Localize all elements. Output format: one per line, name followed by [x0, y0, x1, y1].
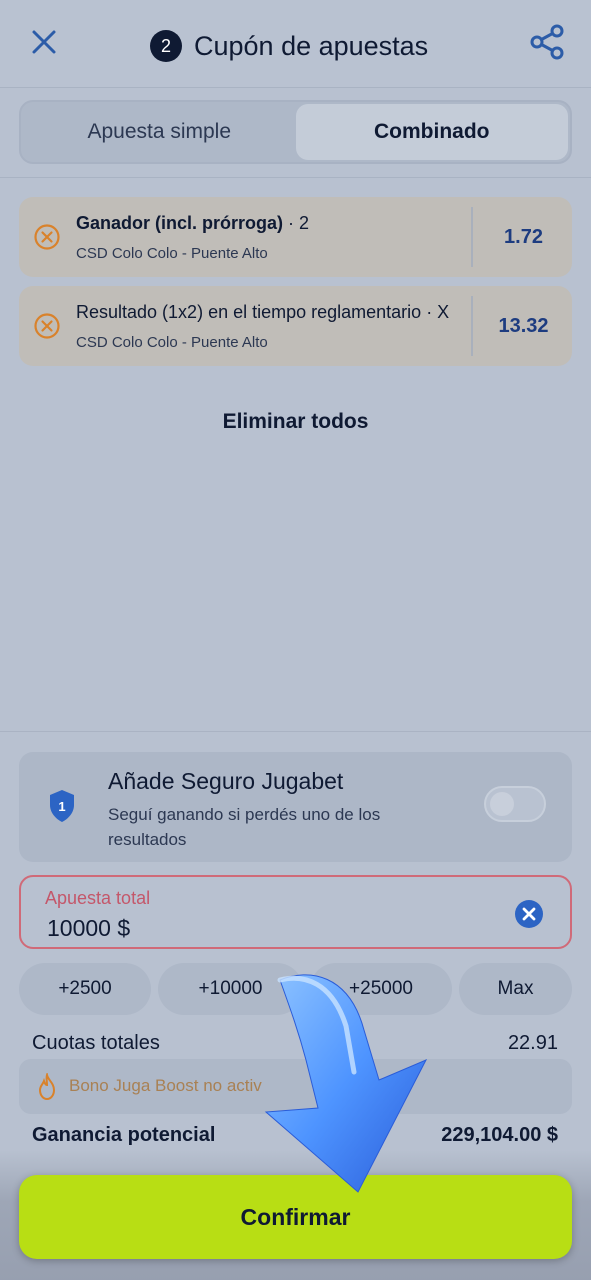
arrow-down-icon [264, 974, 428, 1193]
clear-stake-button[interactable] [514, 899, 544, 929]
toggle-knob [490, 792, 514, 816]
bet-selection: · X [421, 302, 450, 322]
bet-card: Ganador (incl. prórroga) · 2 CSD Colo Co… [19, 197, 572, 277]
potential-win-value: 229,104.00 $ [441, 1124, 558, 1146]
bet-card: Resultado (1x2) en el tiempo reglamentar… [19, 286, 572, 366]
bet-market: Resultado (1x2) en el tiempo reglamentar… [76, 302, 422, 322]
shield-number: 1 [58, 799, 65, 814]
insurance-card: 1 Añade Seguro Jugabet Seguí ganando si … [19, 752, 572, 862]
remove-bet-button[interactable] [33, 223, 61, 251]
potential-win-label: Ganancia potencial [32, 1124, 216, 1146]
clear-icon [515, 900, 543, 928]
tab-combinado[interactable]: Combinado [295, 104, 568, 160]
title-group: 2 Cupón de apuestas [150, 26, 428, 66]
insurance-description: Seguí ganando si perdés uno de los resul… [108, 805, 381, 849]
divider [471, 296, 473, 356]
total-odds-label: Cuotas totales [32, 1032, 160, 1054]
close-icon [32, 30, 56, 54]
bet-odds: 13.32 [498, 314, 549, 337]
close-button[interactable] [26, 24, 62, 60]
flame-icon [35, 1071, 59, 1101]
divider [0, 177, 591, 178]
max-amount-chip[interactable]: Max [459, 963, 572, 1015]
insurance-title: Añade Seguro Jugabet [108, 768, 344, 794]
boost-text: Bono Juga Boost no activ [69, 1076, 262, 1095]
share-icon [530, 24, 564, 60]
header: 2 Cupón de apuestas [0, 0, 591, 88]
bet-count-badge: 2 [150, 30, 182, 62]
bet-selection: · 2 [283, 213, 310, 233]
shield-icon: 1 [47, 788, 77, 824]
quick-amount-chip[interactable]: +2500 [19, 963, 151, 1015]
bet-event: CSD Colo Colo - Puente Alto [76, 334, 268, 351]
bet-market-line: Ganador (incl. prórroga) · 2 [76, 213, 309, 234]
stake-input[interactable]: Apuesta total 10000 $ [19, 875, 572, 949]
bet-odds: 1.72 [504, 225, 543, 248]
bet-event: CSD Colo Colo - Puente Alto [76, 245, 268, 262]
share-button[interactable] [527, 22, 567, 62]
stake-value: 10000 $ [47, 915, 131, 941]
remove-bet-button[interactable] [33, 312, 61, 340]
insurance-toggle[interactable] [484, 786, 546, 822]
remove-all-button[interactable]: Eliminar todos [0, 410, 591, 434]
remove-circle-icon [34, 224, 60, 250]
bet-market: Ganador (incl. prórroga) [76, 213, 284, 233]
remove-circle-icon [34, 313, 60, 339]
divider [471, 207, 473, 267]
total-odds-value: 22.91 [507, 1032, 558, 1054]
page-title: Cupón de apuestas [194, 30, 429, 61]
stake-label: Apuesta total [45, 888, 151, 908]
bet-type-tabs: Apuesta simple Combinado [19, 100, 572, 164]
tab-apuesta-simple[interactable]: Apuesta simple [23, 104, 296, 160]
bet-market-line: Resultado (1x2) en el tiempo reglamentar… [76, 302, 449, 323]
